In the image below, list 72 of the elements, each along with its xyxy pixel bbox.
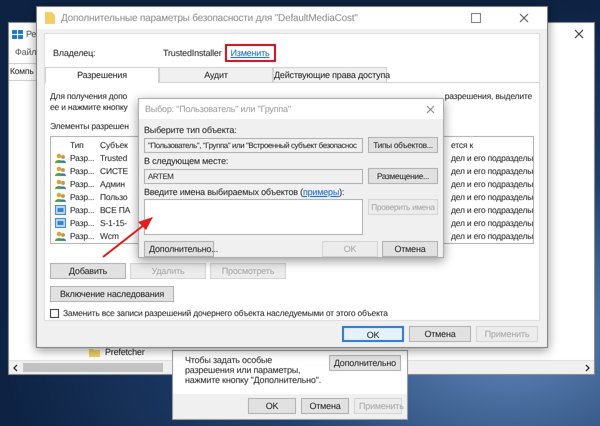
package-icon xyxy=(55,204,66,214)
table-cell: дел и его подразделы xyxy=(451,204,533,214)
table-cell-text: Разр... xyxy=(70,166,96,176)
document-icon xyxy=(45,12,55,24)
scroll-left-icon[interactable] xyxy=(12,364,20,372)
list-label: Элементы разрешен xyxy=(50,121,129,132)
table-cell: Админ xyxy=(100,178,125,188)
table-cell: Trusted xyxy=(100,152,128,162)
table-cell: S-1-15- xyxy=(100,218,127,228)
scroll-right-icon[interactable] xyxy=(583,364,591,372)
table-cell: Wcm xyxy=(100,230,119,240)
dialog-button[interactable]: OK xyxy=(248,398,296,414)
users-icon xyxy=(55,152,66,162)
column-header[interactable]: Компь xyxy=(10,66,34,76)
users-icon xyxy=(55,178,66,188)
description-text: Для получения допо xyxy=(50,91,128,102)
owner-label: Владелец: xyxy=(53,48,96,58)
table-cell: СИСТЕ xyxy=(100,166,128,176)
table-cell-text: Разр... xyxy=(70,152,96,162)
dialog-button[interactable]: OK xyxy=(342,326,404,342)
table-cell: дел и его подразделы xyxy=(451,152,533,162)
column-header[interactable]: ется к xyxy=(451,140,533,150)
field-label: Введите имена выбираемых объектов (примеры): xyxy=(144,187,346,197)
table-cell-text: Разр... xyxy=(70,204,96,214)
table-cell-text: Разр... xyxy=(70,192,96,202)
users-icon xyxy=(55,192,66,202)
description-text: разрешения, выделите xyxy=(444,91,532,103)
hint-text: Чтобы задать особые разрешения или параметры, нажмите кнопку "Дополнительно". xyxy=(185,355,322,385)
dialog-button[interactable]: Отмена xyxy=(409,326,471,342)
close-icon[interactable] xyxy=(574,29,584,39)
window-title: Дополнительные параметры безопасности для "DefaultMediaCost" xyxy=(61,12,359,24)
change-link[interactable]: Изменить xyxy=(230,48,270,58)
dialog-button[interactable]: Отмена xyxy=(301,398,349,414)
tab[interactable]: Аудит xyxy=(159,67,273,82)
field-label: Выберите тип объекта: xyxy=(144,125,238,135)
table-cell: дел и его подразделы xyxy=(451,178,533,188)
owner-name: TrustedInstaller xyxy=(163,48,222,58)
locations-button[interactable]: Размещение... xyxy=(368,168,438,184)
menu-item[interactable]: Файл xyxy=(15,47,36,57)
tab[interactable]: Разрешения xyxy=(45,67,159,83)
examples-link[interactable]: примеры xyxy=(302,187,340,197)
inheritance-button[interactable]: Включение наследования xyxy=(50,286,174,302)
table-cell: ВСЕ ПА xyxy=(100,204,130,214)
advanced-button[interactable]: Дополнительно xyxy=(328,355,401,371)
field-label: В следующем месте: xyxy=(144,156,230,166)
package-icon xyxy=(55,218,66,228)
users-icon xyxy=(55,230,66,240)
window-title: Ре xyxy=(26,29,36,39)
tree-item[interactable]: Prefetcher xyxy=(105,347,145,357)
close-icon[interactable] xyxy=(519,13,529,23)
checkbox-label[interactable]: Заменить все записи разрешений дочернего объекта наследуемыми от этого объекта xyxy=(63,308,388,318)
maximize-icon[interactable] xyxy=(471,13,481,23)
table-cell-text: Разр... xyxy=(70,178,96,188)
dialog-button[interactable]: Отмена xyxy=(382,241,438,257)
table-cell-text: Разр... xyxy=(70,218,96,228)
users-icon xyxy=(55,166,66,176)
table-cell: Пользо xyxy=(100,192,128,202)
scrollbar-thumb[interactable] xyxy=(23,363,163,372)
table-cell: дел и его подразделы xyxy=(451,192,533,202)
table-cell: дел и его подразделы xyxy=(451,218,533,228)
table-cell: дел и его подразделы xyxy=(451,230,533,240)
list-button[interactable]: Добавить xyxy=(50,263,126,279)
object-names-field[interactable] xyxy=(144,199,363,235)
table-cell-text: Разр... xyxy=(70,230,96,240)
checkbox[interactable] xyxy=(50,308,59,318)
table-cell: дел и его подразделы xyxy=(451,166,533,176)
window-title: Выбор: "Пользователь" или "Группа" xyxy=(145,104,291,114)
app-icon xyxy=(12,28,24,40)
column-header[interactable]: Тип xyxy=(70,140,100,150)
description-text: ее и нажмите кнопку xyxy=(50,102,128,113)
column-header[interactable]: Субъек xyxy=(100,140,128,150)
object-types-button[interactable]: Типы объектов... xyxy=(368,137,438,153)
